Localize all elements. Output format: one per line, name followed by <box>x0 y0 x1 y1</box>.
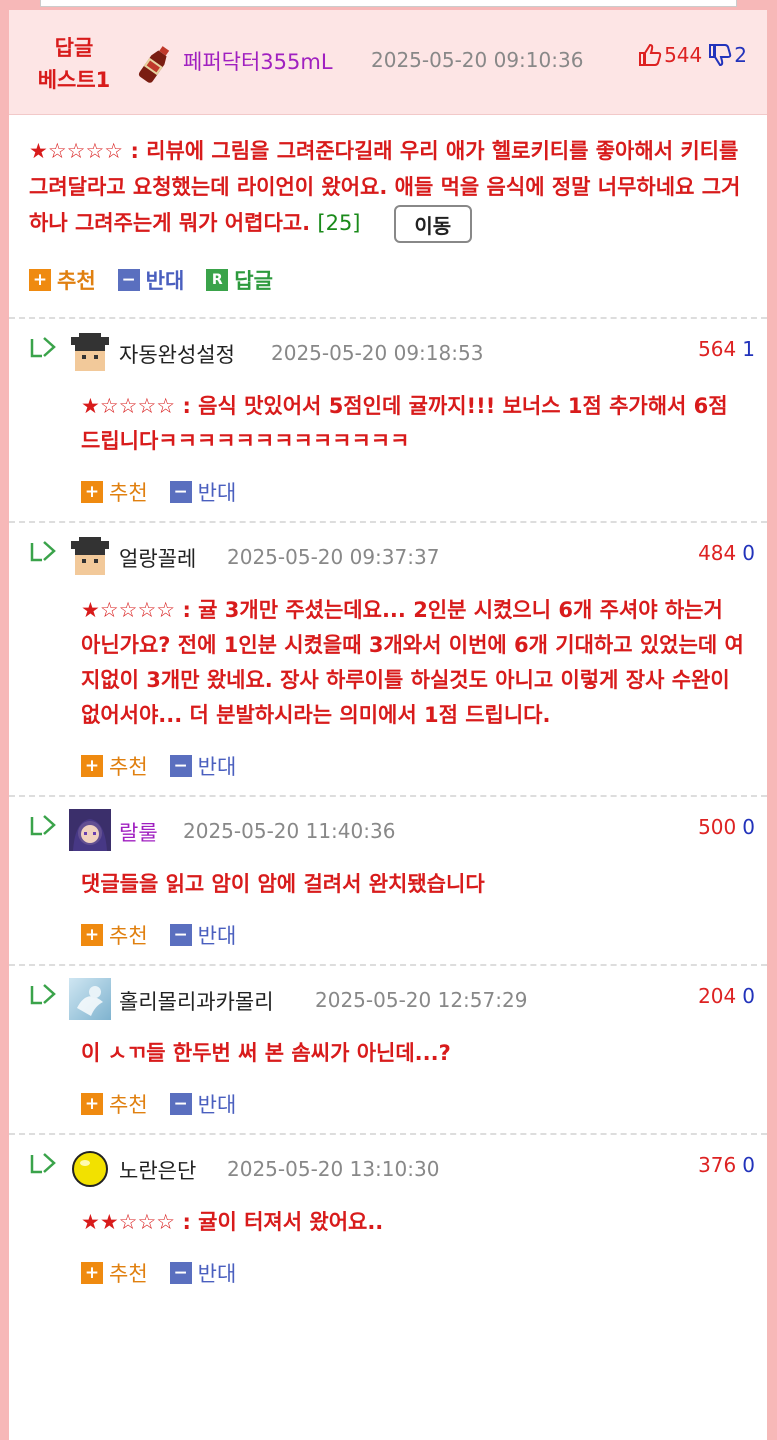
reply-count[interactable]: [25] <box>317 211 360 235</box>
recommend-button[interactable]: + 추천 <box>81 920 148 950</box>
comment-actions: + 추천 − 반대 <box>9 1071 767 1133</box>
recommend-button[interactable]: + 추천 <box>81 477 148 507</box>
best-down-count: 2 <box>734 43 747 67</box>
minus-icon: − <box>169 1262 192 1284</box>
down-count: 0 <box>742 541 755 565</box>
oppose-button[interactable]: − 반대 <box>169 1258 236 1288</box>
best-datetime: 2025-05-20 09:10:36 <box>371 48 584 72</box>
thumbs-down-icon[interactable] <box>708 44 732 66</box>
best-reply-text: ★☆☆☆☆ : 리뷰에 그림을 그려준다길래 우리 애가 헬로키티를 좋아해서 … <box>29 139 741 235</box>
comment-text: ★★☆☆☆ : 귤이 터져서 왔어요.. <box>81 1210 384 1234</box>
comment-datetime: 2025-05-20 11:40:36 <box>183 819 396 843</box>
recommend-button[interactable]: + 추천 <box>81 1089 148 1119</box>
yellow-ball-avatar[interactable] <box>69 1147 111 1189</box>
down-count: 0 <box>742 1153 755 1177</box>
oppose-button[interactable]: − 반대 <box>169 751 236 781</box>
comment-actions: + 추천 − 반대 <box>9 459 767 521</box>
comment-panel: 답글 베스트1 페퍼닥터355mL 2025-05-20 09:10:36 54… <box>9 10 767 1440</box>
oppose-button[interactable]: − 반대 <box>169 920 236 950</box>
comment-author[interactable]: 랄룰 <box>119 817 158 847</box>
comment-author[interactable]: 자동완성설정 <box>119 339 235 369</box>
comment-text: 댓글들을 읽고 암이 암에 걸려서 완치됐습니다 <box>81 872 485 896</box>
up-count: 376 <box>698 1153 737 1177</box>
anime-avatar[interactable] <box>69 809 111 851</box>
reply-button[interactable]: R 답글 <box>206 265 273 295</box>
best-reply-actions: + 추천 − 반대 R 답글 <box>9 243 767 317</box>
plus-icon: + <box>81 755 103 777</box>
best-reply-header: 답글 베스트1 페퍼닥터355mL 2025-05-20 09:10:36 54… <box>9 10 767 115</box>
comment-item: 얼랑꼴레 2025-05-20 09:37:37 484 0 ★☆☆☆☆ : 귤 … <box>9 521 767 795</box>
best-author-nickname[interactable]: 페퍼닥터355mL <box>183 46 333 76</box>
recommend-button[interactable]: + 추천 <box>81 751 148 781</box>
up-count: 484 <box>698 541 737 565</box>
comment-item: 랄룰 2025-05-20 11:40:36 500 0 댓글들을 읽고 암이 암… <box>9 795 767 964</box>
up-count: 204 <box>698 984 737 1008</box>
plus-icon: + <box>81 1093 103 1115</box>
reply-arrow-icon <box>30 541 56 562</box>
reply-arrow-icon <box>30 337 56 358</box>
reply-arrow-icon <box>30 815 56 836</box>
thumbs-up-icon[interactable] <box>638 44 662 66</box>
comment-actions: + 추천 − 반대 <box>9 733 767 795</box>
down-count: 0 <box>742 815 755 839</box>
comment-text: 이 ㅅㄲ들 한두번 써 본 솜씨가 아닌데...? <box>81 1041 451 1065</box>
minus-icon: − <box>169 755 192 777</box>
comment-item: 노란은단 2025-05-20 13:10:30 376 0 ★★☆☆☆ : 귤이… <box>9 1133 767 1302</box>
oppose-button[interactable]: − 반대 <box>169 1089 236 1119</box>
minus-icon: − <box>169 924 192 946</box>
reply-icon: R <box>206 269 229 291</box>
recommend-button[interactable]: + 추천 <box>29 265 96 295</box>
minus-icon: − <box>169 481 192 503</box>
comment-item: 자동완성설정 2025-05-20 09:18:53 564 1 ★☆☆☆☆ : … <box>9 317 767 521</box>
down-count: 0 <box>742 984 755 1008</box>
best-vote-counts: 544 2 <box>638 43 747 67</box>
best-reply-label: 답글 베스트1 <box>37 36 111 92</box>
plus-icon: + <box>81 924 103 946</box>
comment-datetime: 2025-05-20 09:37:37 <box>227 545 440 569</box>
comment-datetime: 2025-05-20 13:10:30 <box>227 1157 440 1181</box>
minus-icon: − <box>169 1093 192 1115</box>
plus-icon: + <box>81 1262 103 1284</box>
best-reply-body: ★☆☆☆☆ : 리뷰에 그림을 그려준다길래 우리 애가 헬로키티를 좋아해서 … <box>9 115 767 243</box>
oppose-button[interactable]: − 반대 <box>169 477 236 507</box>
oppose-button[interactable]: − 반대 <box>117 265 184 295</box>
comment-author[interactable]: 노란은단 <box>119 1155 196 1185</box>
minus-icon: − <box>117 269 140 291</box>
reply-arrow-icon <box>30 1153 56 1174</box>
reply-arrow-icon <box>30 984 56 1005</box>
top-strip <box>0 0 777 8</box>
comment-author[interactable]: 홀리몰리과카몰리 <box>119 986 274 1016</box>
comment-datetime: 2025-05-20 09:18:53 <box>271 341 484 365</box>
comment-text: ★☆☆☆☆ : 음식 맛있어서 5점인데 귤까지!!! 보너스 1점 추가해서 … <box>81 394 728 453</box>
comment-votes: 564 1 <box>698 337 755 361</box>
down-count: 1 <box>742 337 755 361</box>
graduate-avatar[interactable] <box>69 331 111 373</box>
sky-avatar[interactable] <box>69 978 111 1020</box>
bottle-icon <box>138 46 170 83</box>
comment-votes: 484 0 <box>698 541 755 565</box>
comment-datetime: 2025-05-20 12:57:29 <box>315 988 528 1012</box>
comment-actions: + 추천 − 반대 <box>9 902 767 964</box>
comment-votes: 204 0 <box>698 984 755 1008</box>
comment-votes: 500 0 <box>698 815 755 839</box>
comment-text: ★☆☆☆☆ : 귤 3개만 주셨는데요... 2인분 시켰으니 6개 주셔야 하… <box>81 598 744 727</box>
graduate-avatar[interactable] <box>69 535 111 577</box>
plus-icon: + <box>29 269 51 291</box>
comment-author[interactable]: 얼랑꼴레 <box>119 543 196 573</box>
best-up-count: 544 <box>664 43 703 67</box>
move-button[interactable]: 이동 <box>393 205 472 243</box>
comment-votes: 376 0 <box>698 1153 755 1177</box>
comment-item: 홀리몰리과카몰리 2025-05-20 12:57:29 204 0 이 ㅅㄲ들 … <box>9 964 767 1133</box>
recommend-button[interactable]: + 추천 <box>81 1258 148 1288</box>
plus-icon: + <box>81 481 103 503</box>
up-count: 564 <box>698 337 737 361</box>
comment-actions: + 추천 − 반대 <box>9 1240 767 1302</box>
up-count: 500 <box>698 815 737 839</box>
